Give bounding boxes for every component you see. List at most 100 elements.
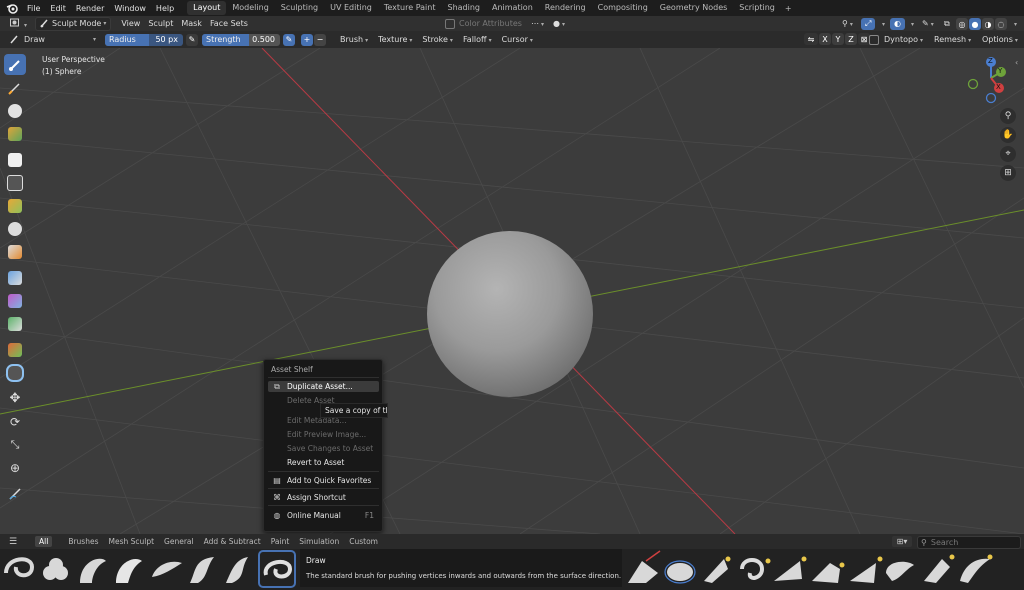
move-tool[interactable]: ✥ [4, 388, 26, 409]
menu-help[interactable]: Help [151, 4, 179, 13]
xray-toggle-icon[interactable]: ⧉ [940, 18, 954, 30]
add-workspace-button[interactable]: + [781, 4, 796, 13]
tab-uv-editing[interactable]: UV Editing [324, 1, 378, 15]
draw-sharp-tool[interactable] [4, 77, 26, 98]
editor-type-button[interactable]: ▾ [6, 18, 31, 30]
navigation-gizmo[interactable]: Z Y X [964, 54, 1014, 106]
transform-tool[interactable]: ⊕ [4, 457, 26, 478]
direction-add-button[interactable]: + [301, 33, 313, 46]
menu-window[interactable]: Window [109, 4, 151, 13]
gizmo-dropdown-icon[interactable]: ▾ [876, 18, 889, 30]
brush-thumb-1[interactable] [2, 552, 36, 586]
gizmo-toggle-icon[interactable]: ⤢ [861, 17, 876, 30]
axis-z-toggle[interactable]: Z [845, 33, 857, 45]
revert-to-asset-item[interactable]: Revert to Asset [268, 457, 379, 468]
tab-shading[interactable]: Shading [441, 1, 486, 15]
edit-preview-image-item[interactable]: Edit Preview Image... [268, 429, 379, 440]
brush-thumb-6[interactable] [186, 552, 220, 586]
brush-thumb-draw-selected[interactable] [258, 550, 296, 588]
tab-compositing[interactable]: Compositing [592, 1, 654, 15]
brush-menu[interactable]: Brush ▾ [336, 34, 372, 46]
brush-selector[interactable]: Draw ▾ [6, 34, 100, 46]
3d-viewport[interactable] [0, 48, 1024, 534]
shelf-search-input[interactable]: ⚲ Search [917, 536, 1021, 549]
brush-thumb-3[interactable] [75, 552, 109, 586]
axis-x-toggle[interactable]: X [819, 33, 831, 45]
perspective-toggle-icon[interactable]: ⊞ [1000, 165, 1016, 181]
shelf-tab-simulation[interactable]: Simulation [295, 536, 343, 547]
face-set-tool[interactable] [4, 362, 26, 383]
mode-selector[interactable]: Sculpt Mode ▾ [35, 16, 112, 31]
tab-texture-paint[interactable]: Texture Paint [378, 1, 442, 15]
mirror-icon[interactable]: ⇋ [804, 33, 818, 45]
save-changes-item[interactable]: Save Changes to Asset [268, 443, 379, 454]
shelf-tab-mesh-sculpt[interactable]: Mesh Sculpt [104, 536, 158, 547]
shelf-tab-brushes[interactable]: Brushes [64, 536, 102, 547]
menu-mask[interactable]: Mask [177, 18, 206, 30]
rotate-tool[interactable]: ⟳ [4, 411, 26, 432]
flatten-tool[interactable] [4, 267, 26, 288]
shading-dropdown-icon[interactable]: ▾ [1008, 18, 1021, 30]
texture-menu[interactable]: Texture ▾ [374, 34, 416, 46]
menu-file[interactable]: File [22, 4, 45, 13]
brush-thumb-7[interactable] [222, 552, 256, 586]
falloff-menu[interactable]: Falloff ▾ [459, 34, 496, 46]
dyntopo-menu[interactable]: Dyntopo ▾ [880, 34, 927, 46]
remesh-menu[interactable]: Remesh ▾ [930, 34, 975, 46]
dyntopo-checkbox[interactable] [869, 35, 879, 45]
menu-view[interactable]: View [117, 18, 144, 30]
camera-view-icon[interactable]: ⌖ [1000, 146, 1016, 162]
sidebar-toggle-icon[interactable]: ‹ [1015, 58, 1022, 70]
radius-field[interactable]: Radius 50 px [105, 33, 183, 46]
overlays-toggle-icon[interactable]: ◐ [890, 17, 905, 30]
tab-modeling[interactable]: Modeling [226, 1, 274, 15]
inflate-tool[interactable] [4, 172, 26, 193]
shelf-tab-general[interactable]: General [160, 536, 198, 547]
fill-tool[interactable] [4, 290, 26, 311]
blob-tool[interactable] [4, 195, 26, 216]
axis-y-toggle[interactable]: Y [832, 33, 844, 45]
blender-logo-icon[interactable] [5, 1, 19, 15]
rendered-shading-icon[interactable]: ◌ [995, 18, 1007, 30]
brush-thumb-2[interactable] [38, 552, 72, 586]
tab-scripting[interactable]: Scripting [733, 1, 781, 15]
overlays-dropdown-icon[interactable]: ▾ [905, 18, 918, 30]
annotate-tool[interactable] [4, 483, 26, 504]
strength-pressure-icon[interactable]: ✎ [283, 33, 295, 46]
stroke-menu[interactable]: Stroke ▾ [418, 34, 457, 46]
tab-rendering[interactable]: Rendering [539, 1, 592, 15]
display-mode-icon[interactable]: ⊞▾ [892, 536, 912, 547]
direction-subtract-button[interactable]: − [314, 33, 326, 46]
clay-strips-tool[interactable] [4, 123, 26, 144]
mask-tool[interactable] [4, 339, 26, 360]
add-to-quick-favorites-item[interactable]: ▤ Add to Quick Favorites [268, 475, 379, 486]
options-menu[interactable]: Options ▾ [978, 34, 1022, 46]
cursor-menu[interactable]: Cursor ▾ [498, 34, 537, 46]
scale-tool[interactable]: ⤡ [4, 434, 26, 455]
assign-shortcut-item[interactable]: ⌘ Assign Shortcut [268, 492, 379, 503]
color-attributes-button[interactable]: Color Attributes [441, 18, 526, 30]
radius-pressure-icon[interactable]: ✎ [186, 33, 198, 46]
brush-thumb-5[interactable] [149, 552, 183, 586]
draw-tool[interactable] [4, 54, 26, 75]
strength-field[interactable]: Strength 0.500 [202, 33, 280, 46]
pan-hand-icon[interactable]: ✋ [1000, 127, 1016, 143]
shelf-tab-custom[interactable]: Custom [345, 536, 382, 547]
material-shading-icon[interactable]: ◑ [982, 18, 994, 30]
crease-tool[interactable] [4, 218, 26, 239]
menu-face-sets[interactable]: Face Sets [206, 18, 252, 30]
tab-layout[interactable]: Layout [187, 1, 227, 15]
tab-geometry-nodes[interactable]: Geometry Nodes [654, 1, 733, 15]
menu-edit[interactable]: Edit [45, 4, 71, 13]
tab-sculpting[interactable]: Sculpting [275, 1, 324, 15]
sphere-object[interactable] [427, 231, 593, 397]
scrape-tool[interactable] [4, 313, 26, 334]
duplicate-asset-item[interactable]: ⧉ Duplicate Asset... [268, 381, 379, 392]
clay-tool[interactable] [4, 100, 26, 121]
shelf-tab-add-subtract[interactable]: Add & Subtract [200, 536, 265, 547]
menu-render[interactable]: Render [71, 4, 109, 13]
smooth-tool[interactable] [4, 241, 26, 262]
shelf-tab-all[interactable]: All [35, 536, 53, 547]
menu-sculpt[interactable]: Sculpt [144, 18, 177, 30]
symmetry-button[interactable]: ⋯ ▾ [527, 18, 548, 30]
